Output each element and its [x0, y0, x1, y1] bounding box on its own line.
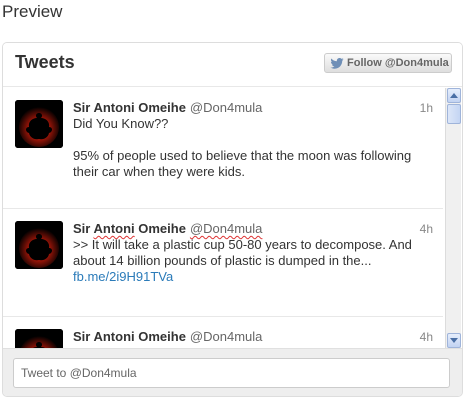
avatar[interactable]: [15, 221, 63, 269]
author-name[interactable]: Sir Antoni Omeihe @Don4mula: [73, 221, 262, 236]
author-handle[interactable]: @Don4mula: [190, 221, 262, 236]
tweet-input[interactable]: [13, 358, 450, 388]
tweet-link[interactable]: fb.me/2i9H91TVa: [73, 269, 173, 284]
preview-heading: Preview: [2, 2, 63, 21]
twitter-bird-icon: [330, 57, 344, 69]
timeline-scrollbar[interactable]: [445, 88, 461, 348]
tweet-text: Did You Know?? 95% of people used to bel…: [73, 116, 412, 179]
tweet-timestamp[interactable]: 4h: [420, 222, 433, 236]
arrow-down-icon[interactable]: [447, 333, 461, 348]
tweet-text: >> It will take a plastic cup 50-80 year…: [73, 237, 412, 284]
tweet-timeline[interactable]: Sir Antoni Omeihe @Don4mula 1h Did You Kn…: [3, 88, 443, 348]
widget-header: Tweets Follow @Don4mula: [3, 43, 462, 87]
twitter-timeline-widget: Tweets Follow @Don4mula Sir Antoni Omeih…: [2, 42, 463, 397]
follow-button-label: Follow @Don4mula: [347, 57, 449, 69]
author-handle[interactable]: @Don4mula: [190, 100, 262, 115]
author-handle[interactable]: @Don4mula: [190, 329, 262, 344]
tweet-item[interactable]: Sir Antoni Omeihe @Don4mula 4h: [3, 317, 443, 348]
follow-button[interactable]: Follow @Don4mula: [324, 53, 452, 73]
author-name[interactable]: Sir Antoni Omeihe @Don4mula: [73, 329, 262, 344]
tweet-item[interactable]: Sir Antoni Omeihe @Don4mula 1h Did You Kn…: [3, 88, 443, 209]
author-name[interactable]: Sir Antoni Omeihe @Don4mula: [73, 100, 262, 115]
tweet-item[interactable]: Sir Antoni Omeihe @Don4mula 4h >> It will…: [3, 209, 443, 317]
avatar[interactable]: [15, 100, 63, 148]
compose-area: [3, 348, 462, 396]
arrow-up-icon[interactable]: [447, 88, 461, 103]
tweet-timestamp[interactable]: 4h: [420, 330, 433, 344]
avatar[interactable]: [15, 329, 63, 348]
tweet-timestamp[interactable]: 1h: [420, 101, 433, 115]
widget-title: Tweets: [15, 52, 75, 72]
scrollbar-thumb[interactable]: [447, 104, 461, 124]
